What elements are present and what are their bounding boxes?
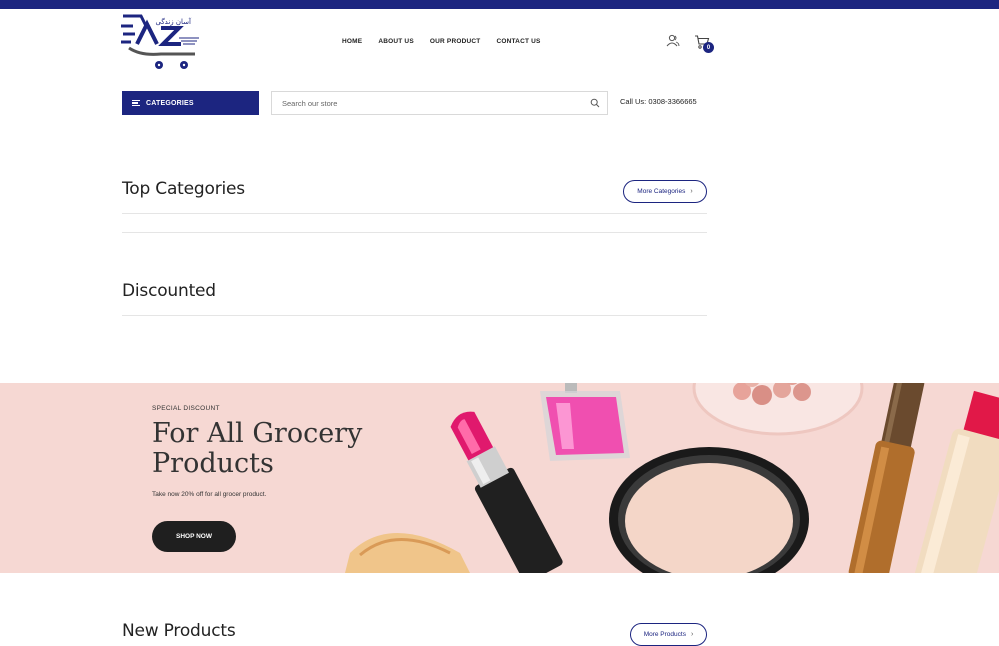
banner-eyebrow: SPECIAL DISCOUNT: [152, 405, 220, 412]
chevron-right-icon: ›: [690, 188, 693, 195]
nav-contact-us[interactable]: CONTACT US: [496, 38, 540, 45]
chevron-right-icon: ›: [690, 631, 694, 638]
more-products-button[interactable]: More Products ›: [630, 623, 707, 646]
nav-home[interactable]: HOME: [342, 38, 362, 45]
nav-about-us[interactable]: ABOUT US: [378, 38, 414, 45]
cart-count-badge: 0: [703, 42, 714, 53]
logo-tagline: آسان زندگی: [156, 17, 193, 26]
new-products-title: New Products: [122, 621, 236, 641]
search-input[interactable]: [272, 92, 572, 114]
user-icon[interactable]: [666, 34, 680, 48]
more-products-label: More Products: [643, 631, 686, 638]
banner-headline: For All Grocery Products: [152, 418, 363, 479]
banner-subtext: Take now 20% off for all grocer product.: [152, 491, 267, 498]
cosmetics-image: [345, 383, 999, 573]
top-accent-bar: [0, 0, 999, 9]
call-us-text: Call Us: 0308-3366665: [620, 97, 697, 106]
more-categories-label: More Categories: [637, 188, 686, 195]
divider: [122, 232, 707, 233]
main-nav: HOME ABOUT US OUR PRODUCT CONTACT US: [342, 38, 557, 45]
search-box: [271, 91, 608, 115]
discounted-title: Discounted: [122, 281, 216, 301]
nav-our-product[interactable]: OUR PRODUCT: [430, 38, 481, 45]
categories-button[interactable]: CATEGORIES: [122, 91, 259, 115]
az-logo[interactable]: آسان زندگی: [121, 14, 201, 72]
divider: [122, 213, 707, 214]
more-categories-button[interactable]: More Categories ›: [623, 180, 707, 203]
shop-now-button[interactable]: SHOP NOW: [152, 521, 236, 552]
categories-label: CATEGORIES: [146, 99, 194, 107]
top-categories-title: Top Categories: [122, 179, 245, 199]
promo-banner: SPECIAL DISCOUNT For All Grocery Product…: [0, 383, 999, 573]
divider: [122, 315, 707, 316]
menu-icon: [132, 99, 140, 107]
search-icon[interactable]: [590, 98, 600, 108]
